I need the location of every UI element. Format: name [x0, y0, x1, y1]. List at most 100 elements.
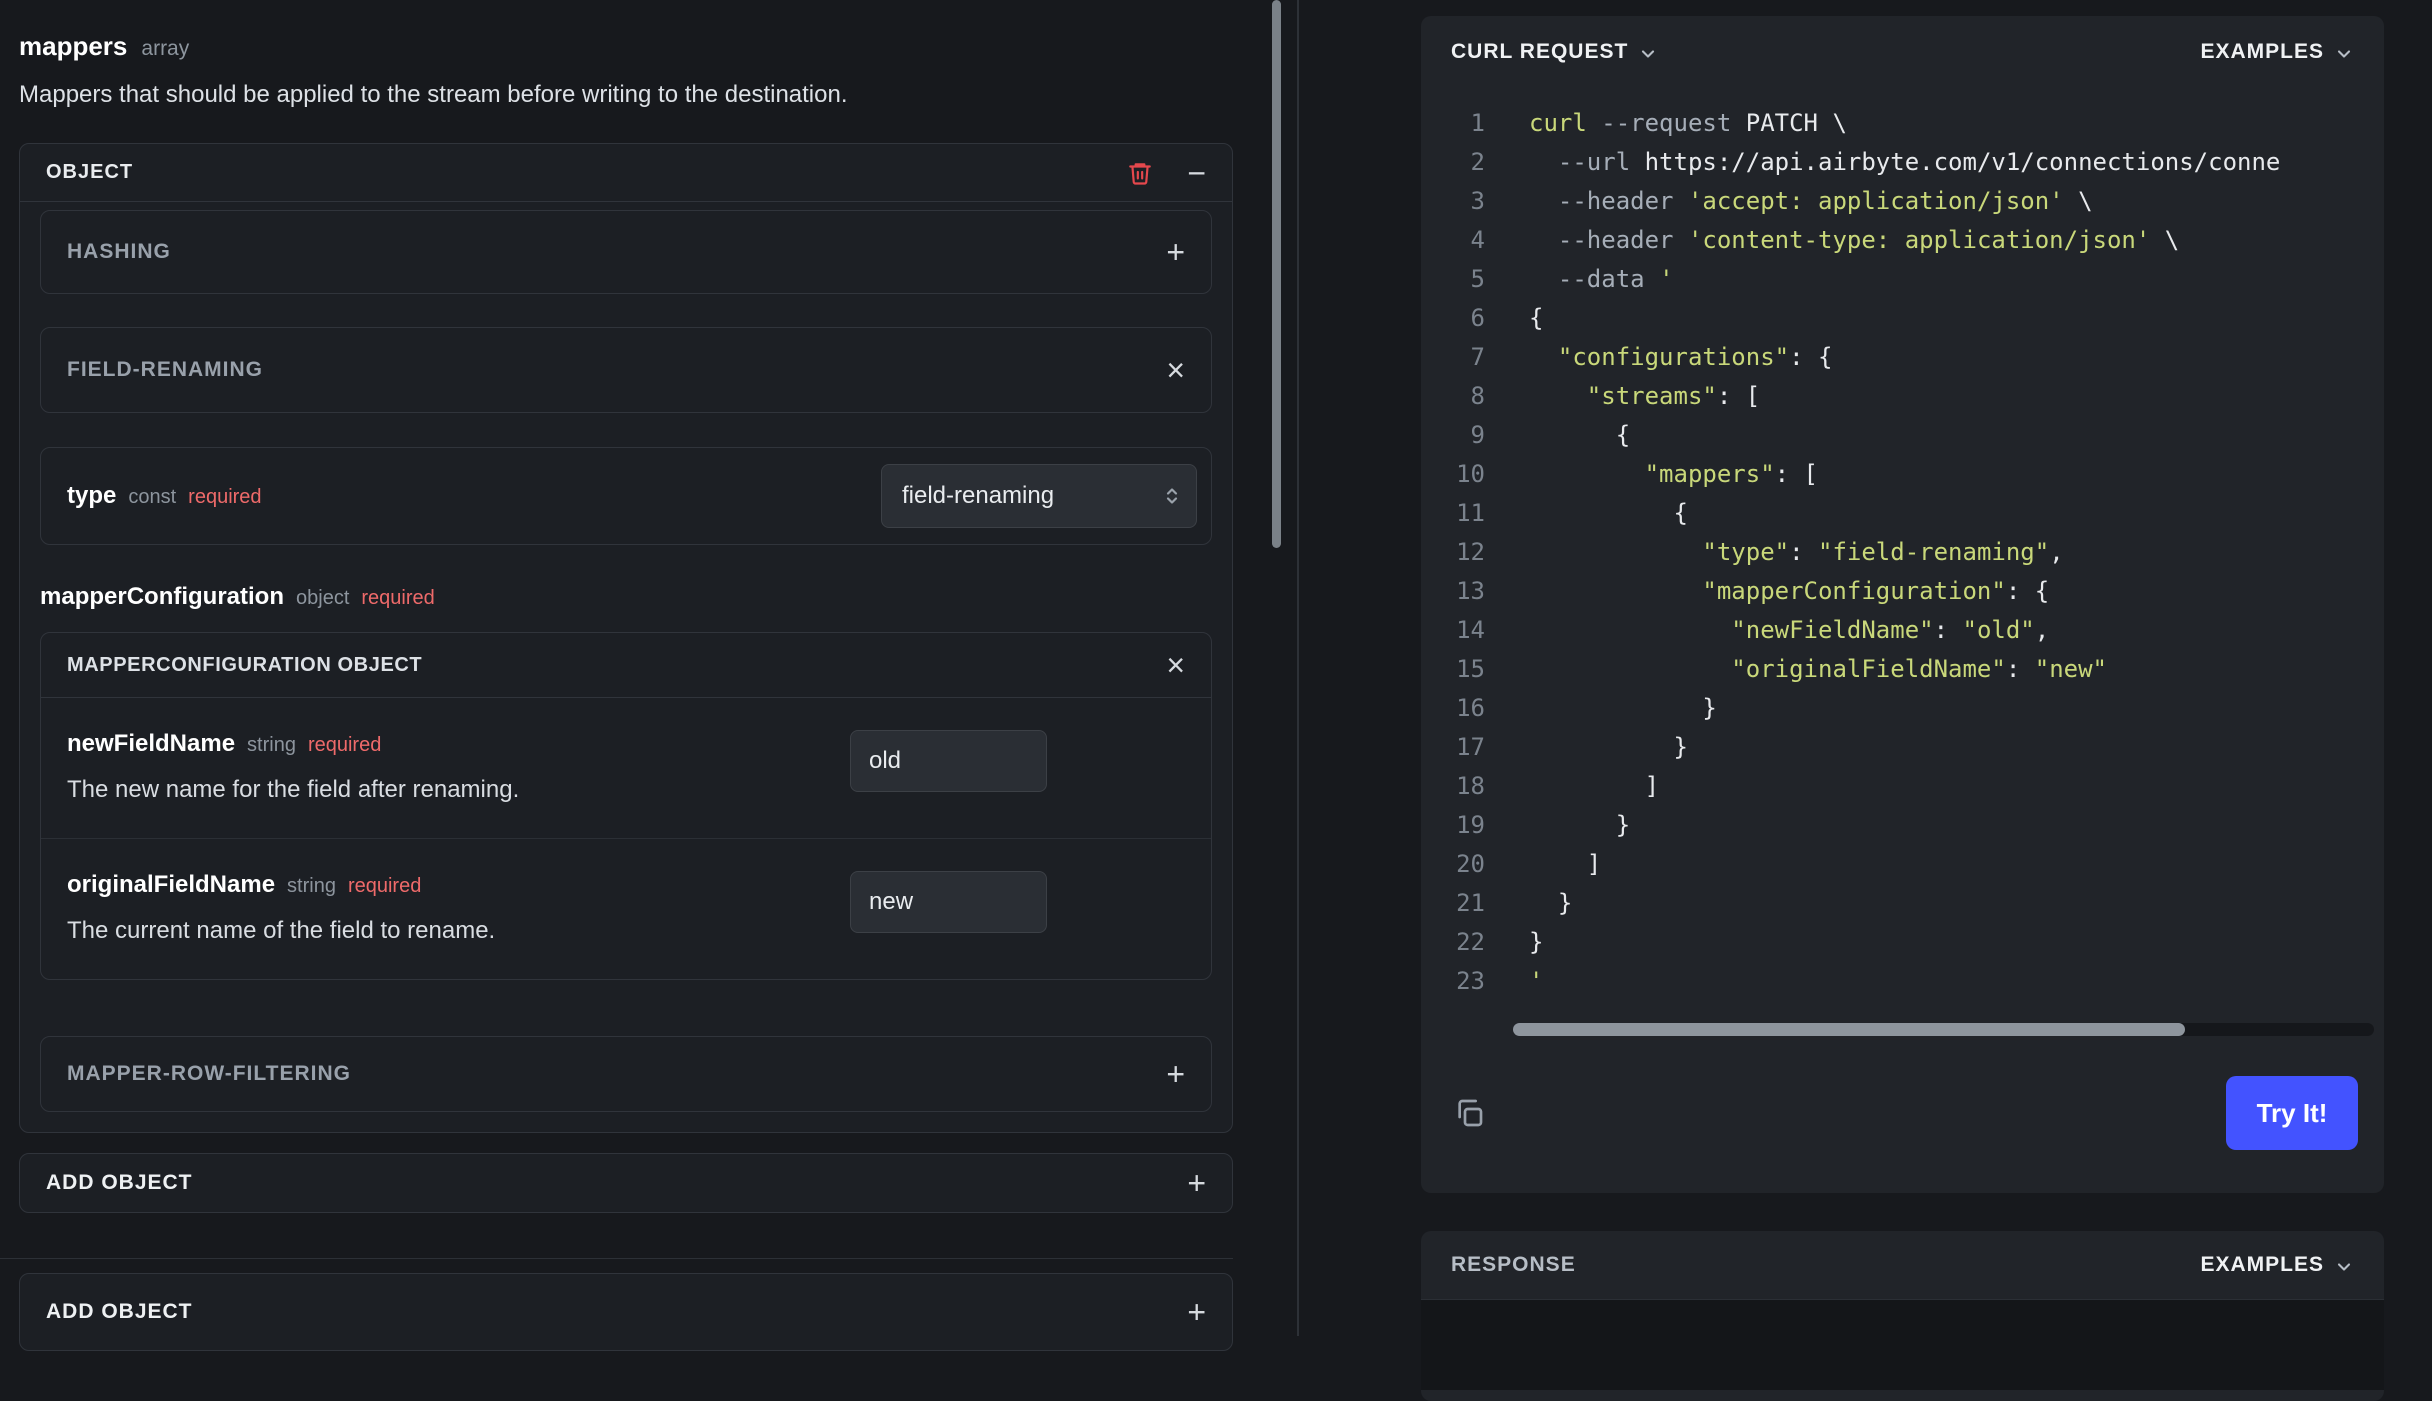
property-kind: string [247, 734, 296, 756]
line-number: 16 [1456, 694, 1485, 722]
chevron-down-icon [1642, 50, 1655, 58]
code-line: 3 --header 'accept: application/json' \ [1421, 182, 2384, 221]
code-line: 18 ] [1421, 767, 2384, 806]
left-pane-scrollbar-thumb[interactable] [1272, 0, 1281, 548]
response-header: RESPONSE EXAMPLES [1421, 1231, 2384, 1299]
mapper-configuration-panel-header: MAPPERCONFIGURATION OBJECT × [41, 633, 1211, 698]
code-horizontal-scrollbar-thumb[interactable] [1513, 1023, 2185, 1036]
add-object-label: ADD OBJECT [46, 1171, 193, 1194]
hashing-title: HASHING [67, 240, 171, 263]
expand-row-filtering-icon[interactable]: + [1166, 1058, 1185, 1090]
code-line: 7 "configurations": { [1421, 338, 2384, 377]
curl-request-panel: CURL REQUEST EXAMPLES 1 curl --request PA… [1421, 16, 2384, 1193]
line-number: 4 [1470, 226, 1485, 254]
property-required-badge: required [347, 875, 422, 897]
line-number: 6 [1470, 304, 1485, 332]
line-number: 19 [1456, 811, 1485, 839]
schema-pane: mappers array Mappers that should be app… [0, 0, 1233, 1351]
examples-dropdown[interactable]: EXAMPLES [2200, 40, 2354, 64]
code-line: 22} [1421, 923, 2384, 962]
code-line: 19 } [1421, 806, 2384, 845]
add-object-button-bottom[interactable]: ADD OBJECT + [19, 1273, 1233, 1351]
add-object-button[interactable]: ADD OBJECT + [19, 1153, 1233, 1213]
code-line: 17 } [1421, 728, 2384, 767]
code-horizontal-scrollbar[interactable] [1513, 1023, 2374, 1036]
add-object-label: ADD OBJECT [46, 1300, 193, 1323]
code-line: 15 "originalFieldName": "new" [1421, 650, 2384, 689]
section-divider [0, 1258, 1233, 1259]
close-field-renaming-icon[interactable]: × [1166, 354, 1185, 386]
line-number: 1 [1470, 109, 1485, 137]
line-number: 22 [1456, 928, 1485, 956]
object-panel-title: OBJECT [46, 161, 134, 183]
type-property-row: type const required field-renaming [40, 447, 1212, 545]
code-line: 21 } [1421, 884, 2384, 923]
type-property-label: type const required [67, 482, 262, 510]
type-select[interactable]: field-renaming [881, 464, 1197, 528]
copy-icon[interactable] [1453, 1097, 1485, 1129]
expand-hashing-icon[interactable]: + [1166, 236, 1185, 268]
close-mapper-configuration-icon[interactable]: × [1166, 649, 1185, 681]
select-stepper-icon [1166, 488, 1178, 504]
line-number: 11 [1456, 499, 1485, 527]
line-number: 2 [1470, 148, 1485, 176]
property-description: The current name of the field to rename. [67, 917, 496, 944]
section-field-renaming-header[interactable]: FIELD-RENAMING × [40, 327, 1212, 413]
property-name: newFieldName [67, 730, 236, 757]
line-number: 17 [1456, 733, 1485, 761]
curl-request-title: CURL REQUEST [1451, 40, 1629, 63]
chevron-down-icon [2337, 50, 2351, 58]
line-number: 3 [1470, 187, 1485, 215]
response-title: RESPONSE [1451, 1253, 1576, 1276]
property-row-newfieldname: newFieldName string required The new nam… [41, 698, 1211, 838]
object-panel-body: HASHING + FIELD-RENAMING × type const re… [20, 202, 1232, 1132]
line-number: 14 [1456, 616, 1485, 644]
line-number: 8 [1470, 382, 1485, 410]
property-required-badge: required [188, 486, 262, 508]
property-kind: const [128, 486, 177, 508]
property-required-badge: required [307, 734, 382, 756]
code-line: 9 { [1421, 416, 2384, 455]
originalfieldname-input[interactable] [850, 871, 1047, 933]
curl-request-header: CURL REQUEST EXAMPLES [1421, 16, 2384, 64]
code-line: 1 curl --request PATCH \ [1421, 104, 2384, 143]
mapper-configuration-panel-title: MAPPERCONFIGURATION OBJECT [67, 653, 423, 676]
trash-icon[interactable] [1127, 160, 1153, 186]
line-number: 7 [1470, 343, 1485, 371]
try-it-button[interactable]: Try It! [2226, 1076, 2358, 1150]
field-description: Mappers that should be applied to the st… [19, 81, 848, 108]
line-number: 10 [1456, 460, 1485, 488]
property-name: originalFieldName [67, 871, 276, 898]
code-block: 1 curl --request PATCH \ 2 --url https://a… [1421, 104, 2384, 1001]
property-description: The new name for the field after renamin… [67, 776, 520, 803]
line-number: 9 [1470, 421, 1485, 449]
response-panel: RESPONSE EXAMPLES [1421, 1231, 2384, 1401]
code-line: 2 --url https://api.airbyte.com/v1/conne… [1421, 143, 2384, 182]
code-line: 8 "streams": [ [1421, 377, 2384, 416]
pane-divider [1297, 0, 1299, 1336]
code-line: 12 "type": "field-renaming", [1421, 533, 2384, 572]
add-object-plus-icon[interactable]: + [1187, 1167, 1206, 1199]
code-line: 5 --data ' [1421, 260, 2384, 299]
newfieldname-input[interactable] [850, 730, 1047, 792]
line-number: 18 [1456, 772, 1485, 800]
collapse-object-icon[interactable]: − [1187, 157, 1206, 189]
section-mapper-row-filtering[interactable]: MAPPER-ROW-FILTERING + [40, 1036, 1212, 1112]
line-number: 13 [1456, 577, 1485, 605]
line-number: 20 [1456, 850, 1485, 878]
section-hashing[interactable]: HASHING + [40, 210, 1212, 294]
field-title-row: mappers array [19, 30, 1233, 65]
code-line: 11 { [1421, 494, 2384, 533]
curl-request-dropdown[interactable]: CURL REQUEST [1451, 40, 1658, 64]
code-line: 4 --header 'content-type: application/js… [1421, 221, 2384, 260]
code-line: 10 "mappers": [ [1421, 455, 2384, 494]
property-name: mapperConfiguration [40, 583, 284, 610]
line-number: 15 [1456, 655, 1485, 683]
response-examples-dropdown[interactable]: EXAMPLES [2200, 1253, 2354, 1277]
mapper-configuration-label: mapperConfiguration object required [40, 582, 1212, 613]
object-panel-header: OBJECT − [20, 144, 1232, 202]
object-panel: OBJECT − HASHING + FIELD-RENAMING × type [19, 143, 1233, 1133]
add-object-plus-icon[interactable]: + [1187, 1296, 1206, 1328]
line-number: 5 [1470, 265, 1485, 293]
line-number: 23 [1456, 967, 1485, 995]
